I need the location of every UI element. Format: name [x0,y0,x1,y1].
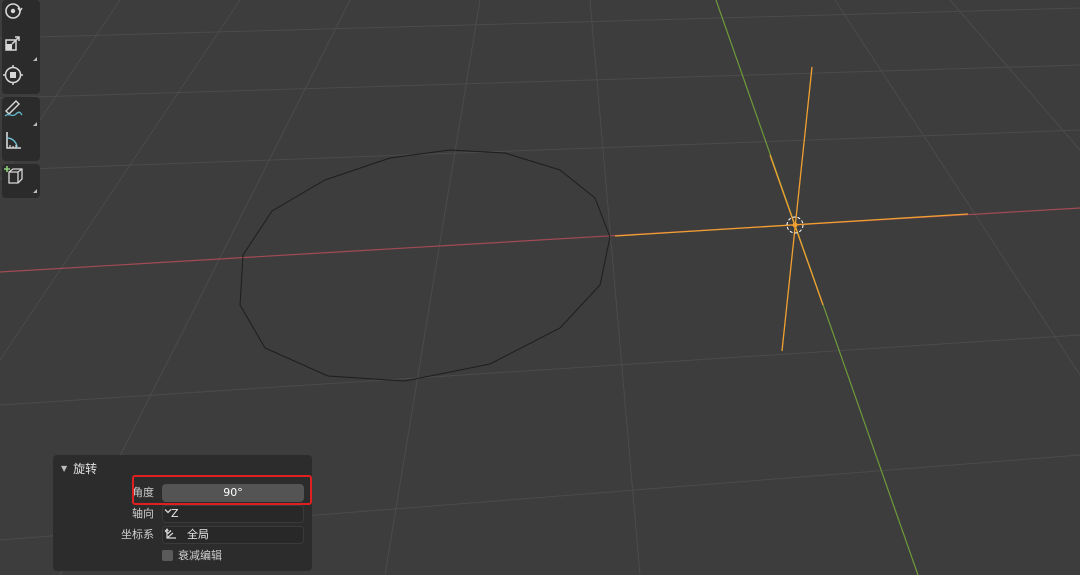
adjust-last-operation-panel: ▼ 旋转 角度 90° 轴向 Z 坐标系 全局 衰减编辑 [53,455,312,571]
scale-icon [5,36,20,51]
selected-object[interactable] [614,66,969,352]
rotate-tool-button[interactable] [2,0,40,32]
chevron-down-icon [164,509,172,514]
add-cube-tool-button[interactable] [2,164,40,196]
panel-title: 旋转 [73,461,98,476]
chevron-down-icon [164,530,172,535]
angle-row: 角度 90° [53,483,312,503]
annotate-tool-button[interactable] [2,97,40,129]
3d-viewport[interactable]: ▼ 旋转 角度 90° 轴向 Z 坐标系 全局 衰减编辑 [0,0,1080,575]
angle-label: 角度 [132,486,154,499]
axis-select[interactable]: Z [162,505,304,523]
orientation-select[interactable]: 全局 [162,526,304,544]
transform-icon [3,65,23,85]
rotate-icon [5,3,23,19]
axis-label: 轴向 [132,507,154,520]
transform-tool-button[interactable] [2,64,40,96]
orientation-value: 全局 [187,528,209,541]
axis-row: 轴向 Z [53,504,312,524]
measure-icon [6,132,21,149]
orientation-row: 坐标系 全局 [53,525,312,545]
angle-field[interactable]: 90° [162,484,304,502]
collapse-triangle-icon[interactable]: ▼ [61,464,67,473]
annotate-icon [4,100,23,117]
proportional-editing-label: 衰减编辑 [178,549,222,562]
measure-tool-button[interactable] [2,129,40,161]
transform-tool-group [2,0,40,94]
circle-mesh[interactable] [239,149,611,382]
panel-header[interactable]: ▼ 旋转 [61,459,97,477]
annotate-tool-group [2,97,40,161]
proportional-editing-checkbox[interactable] [162,549,173,561]
add-tool-group [2,164,40,198]
proportional-editing-checkbox-row[interactable]: 衰减编辑 [162,547,222,563]
orientation-label: 坐标系 [121,528,154,541]
scale-tool-button[interactable] [2,32,40,64]
add-cube-icon [4,166,23,184]
